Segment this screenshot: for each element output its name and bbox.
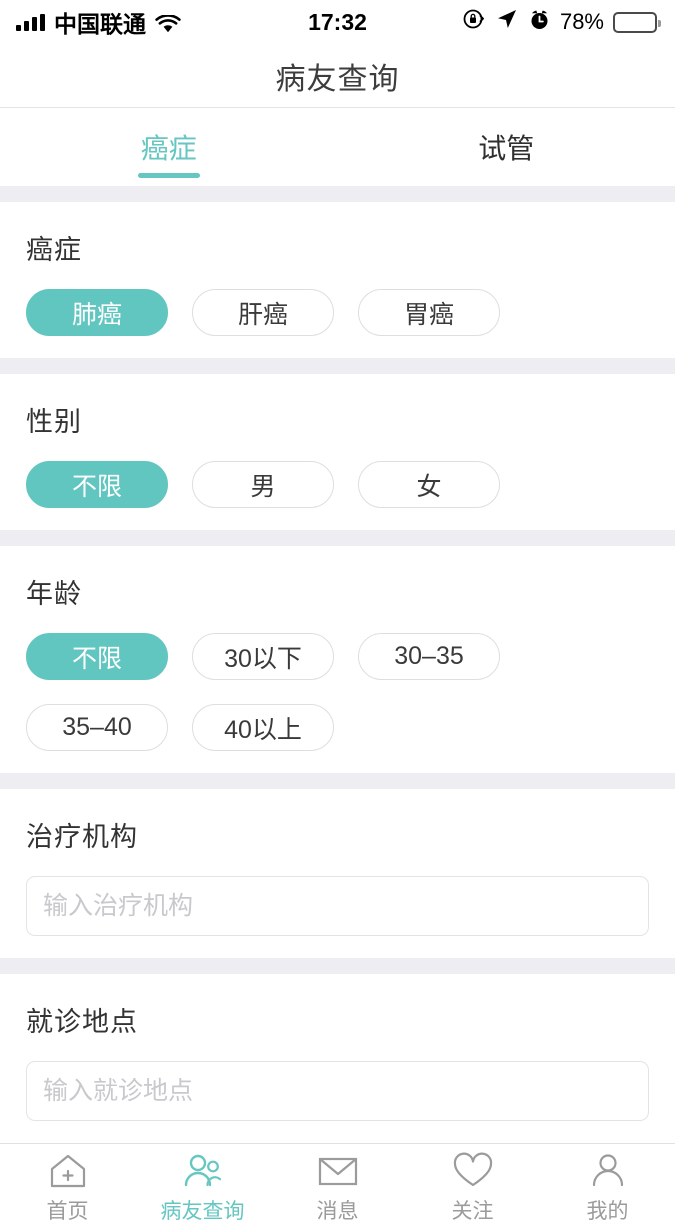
heart-icon [452, 1150, 494, 1192]
section-divider [0, 530, 675, 546]
tabbar-item-follow[interactable]: 关注 [405, 1144, 540, 1231]
section-age-title: 年龄 [26, 572, 649, 611]
section-location-title: 就诊地点 [26, 1000, 649, 1039]
category-tabs: 癌症 试管 [0, 108, 675, 186]
chip-label: 30–35 [394, 642, 464, 671]
chip-age-any[interactable]: 不限 [26, 633, 168, 680]
home-plus-icon [48, 1150, 88, 1192]
chip-label: 女 [416, 467, 441, 503]
age-chip-group: 不限 30以下 30–35 35–40 40以上 [26, 633, 649, 751]
chip-age-over-40[interactable]: 40以上 [192, 704, 334, 751]
chip-age-30-35[interactable]: 30–35 [358, 633, 500, 680]
tabbar-item-messages[interactable]: 消息 [270, 1144, 405, 1231]
chip-stomach-cancer[interactable]: 胃癌 [358, 289, 500, 336]
navigation-bar: 病友查询 [0, 44, 675, 108]
signal-bars-icon [16, 14, 45, 31]
status-bar-right: 78% [462, 7, 657, 37]
chip-label: 35–40 [62, 713, 132, 742]
wifi-icon [155, 13, 181, 32]
rotation-lock-icon [462, 7, 486, 37]
tabbar-item-home[interactable]: 首页 [0, 1144, 135, 1231]
section-divider [0, 186, 675, 202]
page-title: 病友查询 [276, 54, 400, 98]
chip-label: 男 [250, 467, 275, 503]
chip-label: 40以上 [224, 710, 302, 746]
chip-label: 胃癌 [404, 295, 454, 331]
status-bar-left: 中国联通 [16, 5, 181, 39]
section-divider [0, 958, 675, 974]
chip-label: 不限 [72, 639, 122, 675]
alarm-clock-icon [528, 8, 551, 37]
chip-lung-cancer[interactable]: 肺癌 [26, 289, 168, 336]
chip-gender-female[interactable]: 女 [358, 461, 500, 508]
section-age: 年龄 不限 30以下 30–35 35–40 40以上 [0, 546, 675, 773]
tab-ivf[interactable]: 试管 [338, 108, 675, 186]
envelope-icon [317, 1150, 359, 1192]
location-arrow-icon [495, 7, 519, 37]
chip-gender-male[interactable]: 男 [192, 461, 334, 508]
chip-age-35-40[interactable]: 35–40 [26, 704, 168, 751]
cancer-chip-group: 肺癌 肝癌 胃癌 [26, 289, 649, 336]
tab-cancer-label: 癌症 [141, 127, 197, 167]
chip-label: 30以下 [224, 639, 302, 675]
section-divider [0, 358, 675, 374]
tab-cancer[interactable]: 癌症 [0, 108, 338, 186]
tabbar-item-profile[interactable]: 我的 [540, 1144, 675, 1231]
section-location: 就诊地点 [0, 974, 675, 1143]
hospital-input[interactable] [26, 876, 649, 936]
section-hospital: 治疗机构 [0, 789, 675, 958]
chip-label: 不限 [72, 467, 122, 503]
section-gender-title: 性别 [26, 400, 649, 439]
section-divider [0, 773, 675, 789]
battery-icon [613, 12, 657, 33]
tabbar-item-patient-search[interactable]: 病友查询 [135, 1144, 270, 1231]
tab-ivf-label: 试管 [478, 127, 534, 167]
section-hospital-title: 治疗机构 [26, 815, 649, 854]
bottom-tab-bar: 首页 病友查询 消息 [0, 1143, 675, 1231]
app-screen: 中国联通 17:32 [0, 0, 675, 1200]
chip-label: 肺癌 [72, 295, 122, 331]
section-cancer-title: 癌症 [26, 228, 649, 267]
gender-chip-group: 不限 男 女 [26, 461, 649, 508]
chip-age-under-30[interactable]: 30以下 [192, 633, 334, 680]
carrier-label: 中国联通 [54, 5, 146, 39]
chip-label: 肝癌 [238, 295, 288, 331]
person-icon [588, 1150, 628, 1192]
section-cancer: 癌症 肺癌 肝癌 胃癌 [0, 202, 675, 358]
battery-percent-label: 78% [560, 9, 604, 35]
status-bar: 中国联通 17:32 [0, 0, 675, 44]
location-input[interactable] [26, 1061, 649, 1121]
chip-gender-any[interactable]: 不限 [26, 461, 168, 508]
chip-liver-cancer[interactable]: 肝癌 [192, 289, 334, 336]
people-icon [181, 1150, 225, 1192]
section-gender: 性别 不限 男 女 [0, 374, 675, 530]
